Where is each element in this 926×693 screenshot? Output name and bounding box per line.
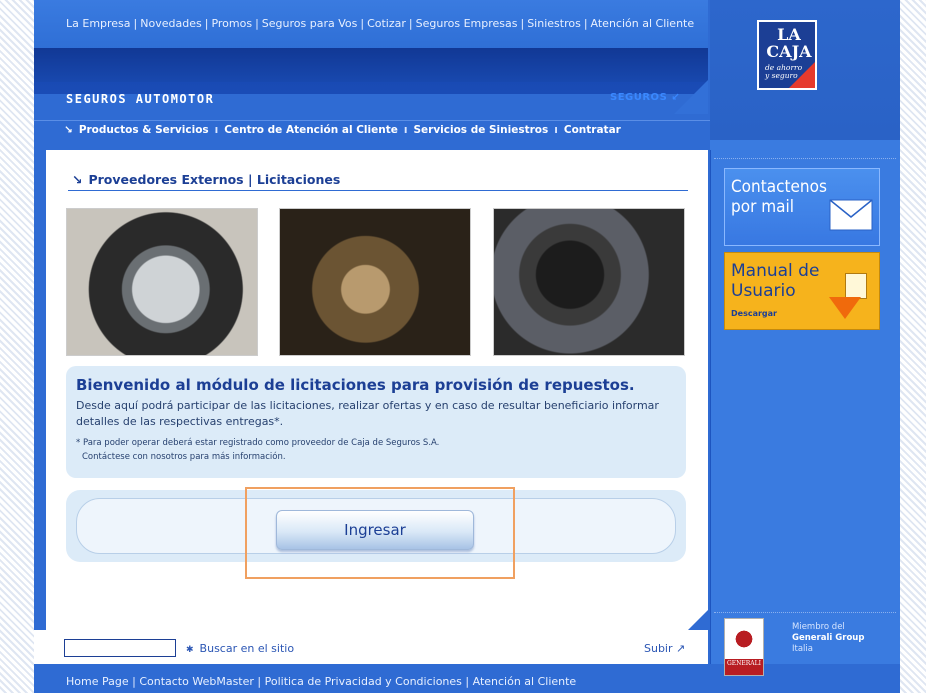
search-input[interactable] bbox=[64, 639, 176, 657]
ingresar-button[interactable]: Ingresar bbox=[276, 510, 474, 550]
topnav-atencion-cliente[interactable]: Atención al Cliente bbox=[591, 17, 695, 30]
heading-divider bbox=[68, 190, 688, 191]
download-label: Descargar bbox=[731, 309, 777, 318]
note-line-1: * Para poder operar deberá estar registr… bbox=[76, 438, 440, 448]
footer-privacidad[interactable]: Politica de Privacidad y Condiciones bbox=[265, 675, 462, 688]
page-frame: La Empresa | Novedades | Promos | Seguros para… bbox=[34, 0, 900, 693]
arrow-up-right-icon: ↗ bbox=[676, 642, 686, 655]
envelope-icon bbox=[829, 199, 873, 231]
background-stripes-right bbox=[900, 0, 926, 693]
header-band bbox=[34, 48, 708, 94]
lion-icon bbox=[729, 625, 759, 653]
content-panel: ↘ Proveedores Externos | Licitaciones Bie… bbox=[46, 150, 708, 630]
note-line-2: Contáctese con nosotros para más informa… bbox=[82, 452, 286, 462]
mainnav-servicios-siniestros[interactable]: Servicios de Siniestros bbox=[413, 124, 548, 136]
welcome-text: Desde aquí podrá participar de las licit… bbox=[76, 399, 659, 428]
topnav-seguros-para-vos[interactable]: Seguros para Vos bbox=[262, 17, 358, 30]
contact-mail-card[interactable]: Contactenos por mail bbox=[724, 168, 880, 246]
search-bar: ✱ Buscar en el sitio Subir ↗ bbox=[34, 630, 708, 664]
search-link[interactable]: ✱ Buscar en el sitio bbox=[186, 642, 294, 655]
download-arrow-icon bbox=[829, 297, 861, 319]
topnav-cotizar[interactable]: Cotizar bbox=[367, 17, 406, 30]
mainnav-productos-servicios[interactable]: Productos & Servicios bbox=[79, 124, 209, 136]
welcome-box: Bienvenido al módulo de licitaciones par… bbox=[66, 366, 686, 478]
mainnav-contratar[interactable]: Contratar bbox=[564, 124, 621, 136]
registration-note: * Para poder operar deberá estar registr… bbox=[76, 436, 676, 464]
page-heading: ↘ Proveedores Externos | Licitaciones bbox=[72, 172, 341, 187]
photo-car-interior bbox=[493, 208, 685, 356]
topnav-siniestros[interactable]: Siniestros bbox=[527, 17, 581, 30]
top-nav: La Empresa | Novedades | Promos | Seguros para… bbox=[34, 0, 708, 48]
photo-tire-wheel bbox=[66, 208, 258, 356]
footer-nav: Home Page | Contacto WebMaster | Politic… bbox=[34, 664, 900, 693]
generali-member-text: Miembro del Generali Group Italia bbox=[792, 622, 865, 654]
la-caja-logo[interactable]: LA CAJA de ahorro y seguro bbox=[757, 20, 817, 90]
photo-engine-parts bbox=[279, 208, 471, 356]
footer-contacto[interactable]: Contacto WebMaster bbox=[139, 675, 254, 688]
background-stripes-left bbox=[0, 0, 34, 693]
topnav-novedades[interactable]: Novedades bbox=[140, 17, 201, 30]
footer-home[interactable]: Home Page bbox=[66, 675, 129, 688]
mainnav-centro-atencion[interactable]: Centro de Atención al Cliente bbox=[224, 124, 398, 136]
content-corner bbox=[686, 610, 708, 632]
topnav-seguros-empresas[interactable]: Seguros Empresas bbox=[416, 17, 518, 30]
subir-link[interactable]: Subir ↗ bbox=[644, 642, 685, 655]
seguros-tag[interactable]: SEGUROS ↙ bbox=[610, 92, 680, 103]
arrow-icon: ↘ bbox=[72, 172, 83, 187]
section-title: SEGUROS AUTOMOTOR bbox=[66, 92, 215, 106]
topnav-promos[interactable]: Promos bbox=[211, 17, 252, 30]
document-icon bbox=[845, 273, 867, 299]
arrow-icon: ↘ bbox=[64, 124, 73, 136]
topnav-la-empresa[interactable]: La Empresa bbox=[66, 17, 131, 30]
generali-logo[interactable]: GENERALI bbox=[724, 618, 764, 676]
welcome-title: Bienvenido al módulo de licitaciones par… bbox=[76, 376, 635, 394]
manual-usuario-card[interactable]: Manual de Usuario Descargar bbox=[724, 252, 880, 330]
asterisk-icon: ✱ bbox=[186, 645, 194, 655]
footer-atencion[interactable]: Atención al Cliente bbox=[473, 675, 577, 688]
main-nav: ↘ Productos & Servicios ı Centro de Atenció… bbox=[34, 120, 710, 140]
chevron-icon: ↙ bbox=[671, 92, 681, 103]
